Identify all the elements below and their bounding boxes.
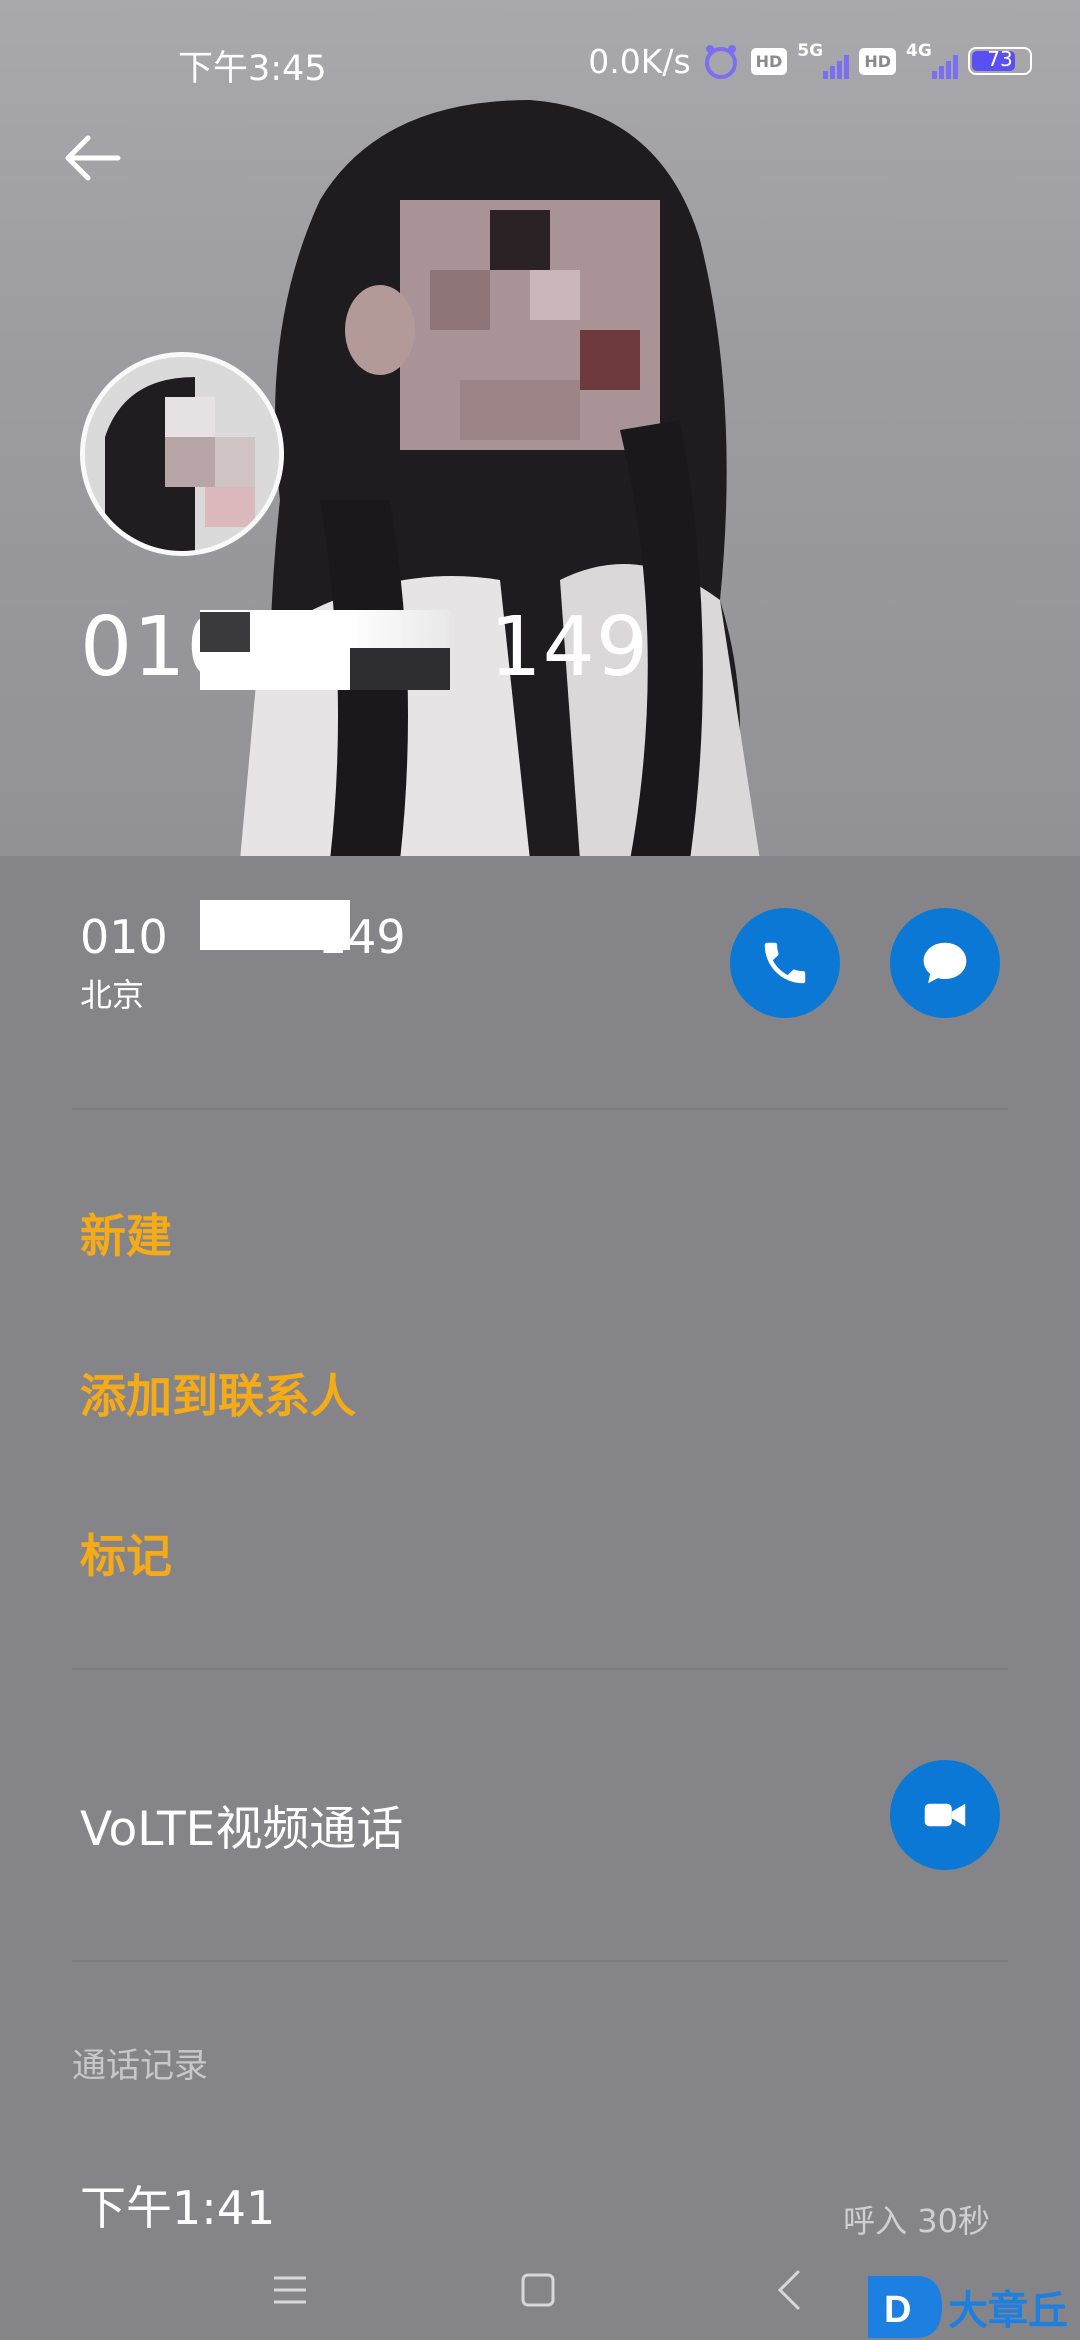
svg-text:D: D bbox=[884, 2289, 911, 2331]
new-contact-action[interactable]: 新建 bbox=[80, 1200, 172, 1266]
logo-icon: D bbox=[868, 2276, 942, 2338]
back-button[interactable] bbox=[60, 128, 130, 188]
call-log-detail: 呼入 30秒 bbox=[843, 2202, 990, 2240]
signal-icon: 4G bbox=[906, 41, 958, 81]
contact-number-head: 010 bbox=[80, 910, 168, 964]
contact-location: 北京 bbox=[80, 976, 145, 1014]
call-log-title: 通话记录 bbox=[72, 2046, 208, 2086]
redaction-block bbox=[350, 648, 450, 690]
avatar[interactable] bbox=[80, 352, 284, 556]
network-type: 4G bbox=[906, 41, 932, 61]
call-button[interactable] bbox=[730, 908, 840, 1018]
alarm-icon bbox=[704, 45, 737, 79]
watermark-logo: D 大章丘 bbox=[866, 2272, 1076, 2340]
battery-icon: 73 bbox=[968, 47, 1032, 75]
hd-badge: HD bbox=[859, 47, 896, 75]
divider bbox=[72, 1960, 1008, 1962]
divider bbox=[72, 1668, 1008, 1670]
status-time: 下午3:45 bbox=[178, 49, 327, 89]
divider bbox=[72, 1108, 1008, 1110]
net-speed: 0.0K/s bbox=[588, 41, 691, 81]
back-chevron-icon[interactable] bbox=[770, 2268, 810, 2312]
volte-video-call-label[interactable]: VoLTE视频通话 bbox=[80, 1790, 403, 1859]
call-log-time[interactable]: 下午1:41 bbox=[80, 2172, 275, 2238]
hero-number-tail: 149 bbox=[489, 600, 650, 695]
back-arrow-icon bbox=[65, 135, 121, 181]
status-bar: 下午3:45 0.0K/s HD 5G HD 4G 73 bbox=[0, 0, 1080, 120]
message-icon bbox=[923, 942, 967, 984]
redaction-block bbox=[200, 612, 250, 652]
phone-icon bbox=[764, 942, 806, 984]
profile-photo bbox=[240, 100, 760, 856]
signal-icon: 5G bbox=[797, 41, 850, 81]
menu-icon[interactable] bbox=[270, 2270, 310, 2310]
status-icons: 0.0K/s HD 5G HD 4G 73 bbox=[588, 38, 1032, 84]
redaction-block bbox=[200, 900, 350, 950]
mark-action[interactable]: 标记 bbox=[80, 1520, 172, 1586]
home-square-icon[interactable] bbox=[518, 2270, 558, 2310]
watermark-text: 大章丘 bbox=[948, 2288, 1068, 2334]
video-call-button[interactable] bbox=[890, 1760, 1000, 1870]
video-camera-icon bbox=[924, 1803, 966, 1827]
add-to-contacts-action[interactable]: 添加到联系人 bbox=[80, 1360, 356, 1426]
hd-badge: HD bbox=[750, 47, 788, 75]
message-button[interactable] bbox=[890, 908, 1000, 1018]
battery-level: 73 bbox=[987, 47, 1013, 71]
network-type: 5G bbox=[797, 41, 824, 61]
